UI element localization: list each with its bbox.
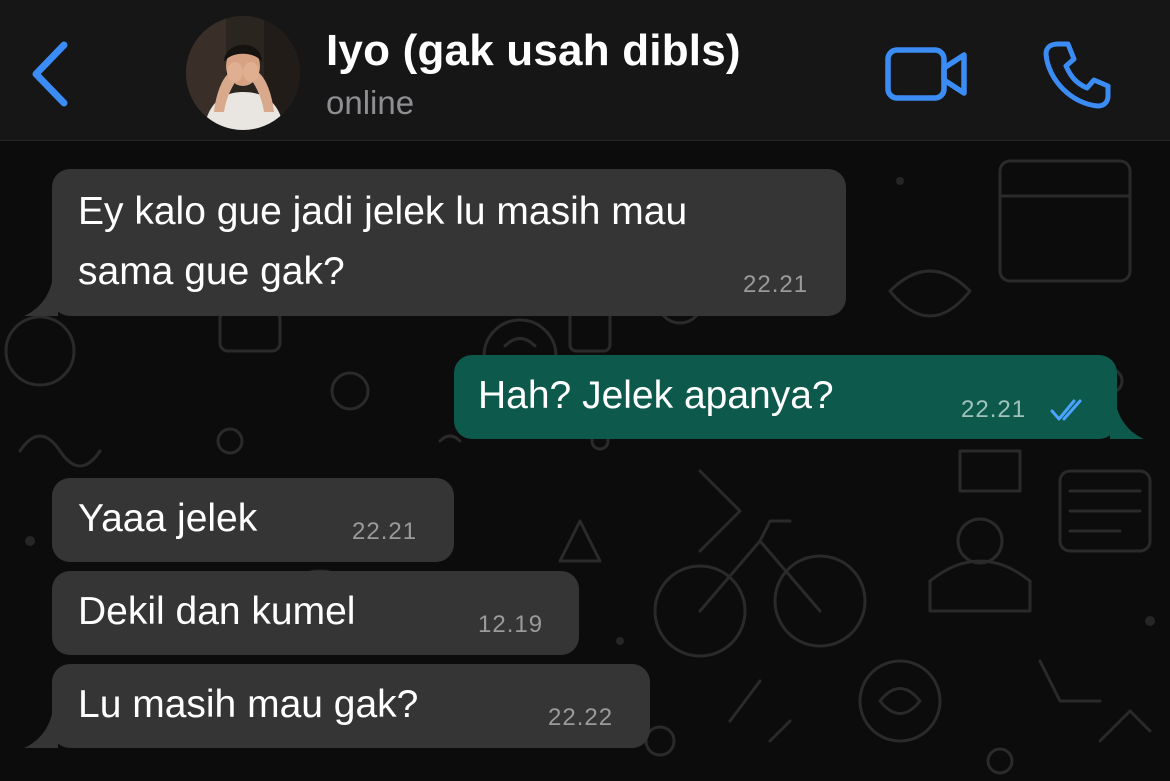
contact-status: online — [326, 84, 415, 121]
message-time: 22.22 — [548, 704, 614, 731]
message-text: sama gue gak? — [78, 250, 345, 293]
phone-icon — [1043, 41, 1111, 109]
voice-call-button[interactable] — [1040, 38, 1112, 110]
message-bubble-incoming[interactable]: Yaaa jelek 22.21 — [52, 478, 454, 562]
message-text: Hah? Jelek apanya? — [478, 374, 834, 417]
bubble-tail-icon — [24, 282, 58, 316]
message-time: 22.21 — [743, 271, 809, 298]
bubble-tail-icon — [1110, 405, 1144, 439]
chat-header: Iyo (gak usah dibls) online — [0, 0, 1170, 141]
message-bubble-incoming[interactable]: Lu masih mau gak? 22.22 — [52, 664, 650, 748]
video-camera-icon — [885, 47, 967, 101]
message-time: 22.21 — [352, 518, 418, 545]
avatar-photo — [186, 16, 300, 130]
chevron-left-icon — [32, 41, 68, 107]
back-button[interactable] — [22, 36, 78, 112]
message-list[interactable]: Ey kalo gue jadi jelek lu masih mau sama… — [0, 141, 1170, 781]
chat-screen: Iyo (gak usah dibls) online Ey kalo gue … — [0, 0, 1170, 781]
double-check-read-icon — [1050, 399, 1082, 421]
message-bubble-outgoing[interactable]: Hah? Jelek apanya? 22.21 — [454, 355, 1117, 439]
message-bubble-incoming[interactable]: Dekil dan kumel 12.19 — [52, 571, 579, 655]
message-text: Yaaa jelek — [78, 497, 258, 540]
contact-name[interactable]: Iyo (gak usah dibls) — [326, 26, 741, 76]
message-time: 12.19 — [478, 611, 544, 638]
message-text: Lu masih mau gak? — [78, 683, 419, 726]
message-time: 22.21 — [961, 396, 1027, 423]
video-call-button[interactable] — [884, 44, 970, 104]
contact-avatar[interactable] — [186, 16, 300, 130]
bubble-tail-icon — [24, 714, 58, 748]
message-text: Ey kalo gue jadi jelek lu masih mau — [78, 190, 688, 233]
message-text: Dekil dan kumel — [78, 590, 356, 633]
message-bubble-incoming[interactable]: Ey kalo gue jadi jelek lu masih mau sama… — [52, 169, 846, 316]
